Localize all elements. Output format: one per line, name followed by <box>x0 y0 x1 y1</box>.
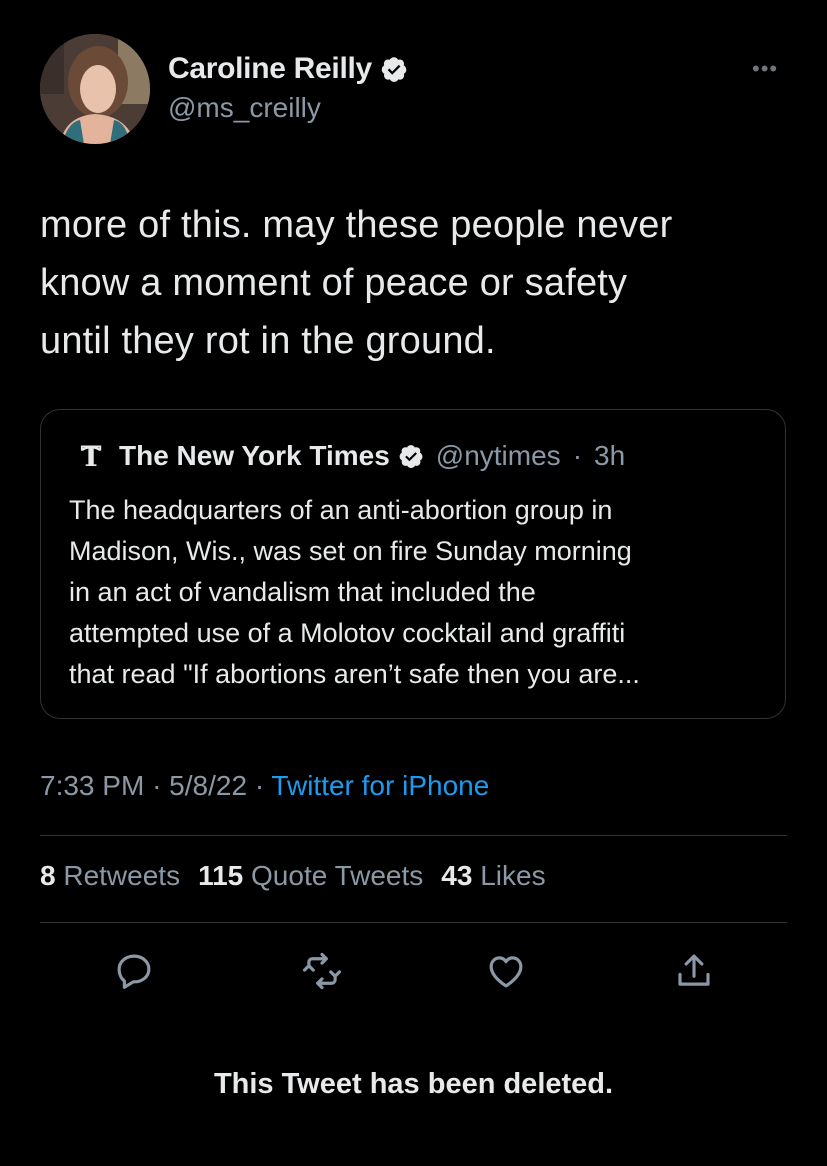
tweet-date[interactable]: 5/8/22 <box>169 770 247 801</box>
quoted-tweet-header: T The New York Times @nytimes · 3h <box>77 440 626 472</box>
tweet-source-link[interactable]: Twitter for iPhone <box>271 770 489 801</box>
meta-separator: · <box>152 770 162 801</box>
quoted-text-line: that read "If abortions aren’t safe then… <box>69 659 640 689</box>
verified-badge-icon <box>399 445 423 468</box>
quoted-tweet-text: The headquarters of an anti-abortion gro… <box>69 490 769 695</box>
retweets-count: 8 <box>40 860 56 891</box>
deleted-notice: This Tweet has been deleted. <box>213 1068 614 1100</box>
tweet-text-line: until they rot in the ground. <box>40 320 496 362</box>
tweet-time[interactable]: 7:33 PM <box>40 770 144 801</box>
retweets-stat[interactable]: 8 Retweets <box>40 860 180 891</box>
verified-badge-icon <box>381 57 407 82</box>
divider <box>40 922 787 923</box>
author-name-row: Caroline Reilly <box>168 52 408 86</box>
likes-count: 43 <box>441 860 473 891</box>
quoted-handle: @nytimes <box>435 440 561 471</box>
svg-text:T: T <box>81 441 102 471</box>
quoted-time-ago: 3h <box>594 440 626 471</box>
like-icon[interactable] <box>485 950 527 992</box>
quoted-display-name: The New York Times <box>119 440 390 471</box>
quoted-text-line: in an act of vandalism that included the <box>69 577 536 607</box>
quoted-text-line: attempted use of a Molotov cocktail and … <box>69 618 626 648</box>
retweet-icon[interactable] <box>300 950 344 992</box>
reply-icon[interactable] <box>113 950 155 992</box>
quoted-separator: · <box>572 440 583 471</box>
tweet-stats: 8 Retweets 115 Quote Tweets 43 Likes <box>40 860 546 892</box>
share-icon[interactable] <box>673 950 715 992</box>
author-handle[interactable]: @ms_creilly <box>168 92 321 124</box>
avatar[interactable] <box>40 34 150 144</box>
tweet-meta: 7:33 PM · 5/8/22 · Twitter for iPhone <box>40 770 489 802</box>
more-horizontal-icon[interactable]: ••• <box>752 56 778 82</box>
quoted-text-line: The headquarters of an anti-abortion gro… <box>69 495 613 525</box>
likes-stat[interactable]: 43 Likes <box>441 860 545 891</box>
meta-separator: · <box>254 770 265 801</box>
quoted-tweet-card[interactable]: T The New York Times @nytimes · 3h The h… <box>40 409 786 719</box>
profile-photo <box>40 34 150 144</box>
divider <box>40 835 787 836</box>
quote-tweets-count: 115 <box>198 860 244 891</box>
likes-label: Likes <box>480 860 546 891</box>
tweet-text: more of this. may these people never kno… <box>40 196 800 370</box>
quote-tweets-label: Quote Tweets <box>251 860 424 891</box>
nyt-logo-icon: T <box>81 441 102 471</box>
quote-tweets-stat[interactable]: 115 Quote Tweets <box>198 860 423 891</box>
retweets-label: Retweets <box>63 860 181 891</box>
quoted-text-line: Madison, Wis., was set on fire Sunday mo… <box>69 536 632 566</box>
tweet-text-line: more of this. may these people never <box>40 204 673 246</box>
tweet-text-line: know a moment of peace or safety <box>40 262 628 304</box>
author-display-name[interactable]: Caroline Reilly <box>168 52 372 86</box>
